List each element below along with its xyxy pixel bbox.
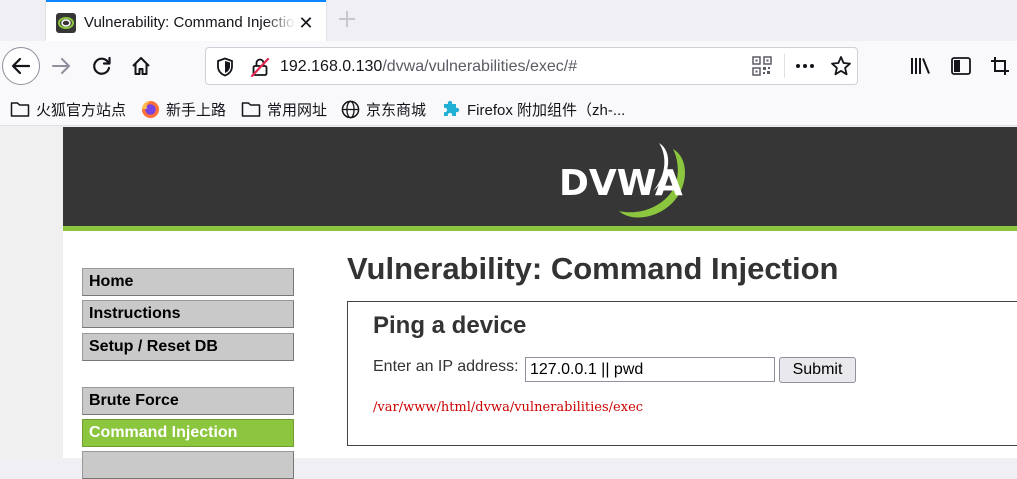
dvwa-favicon-icon — [56, 13, 76, 33]
menu-item-home[interactable]: Home — [82, 268, 294, 296]
reload-button[interactable] — [83, 47, 121, 85]
url-text[interactable]: 192.168.0.130/dvwa/vulnerabilities/exec/… — [280, 58, 577, 76]
tab-close-icon[interactable]: ✕ — [296, 13, 316, 33]
url-bar[interactable]: 192.168.0.130/dvwa/vulnerabilities/exec/… — [205, 47, 858, 85]
arrow-left-icon — [11, 57, 31, 75]
menu-item-instructions[interactable]: Instructions — [82, 300, 294, 328]
menu-item-setup[interactable]: Setup / Reset DB — [82, 333, 294, 361]
home-icon — [132, 57, 150, 75]
folder-icon — [241, 102, 261, 117]
more-actions-icon[interactable] — [794, 56, 816, 76]
bookmark-item[interactable]: 常用网址 — [241, 98, 327, 120]
dvwa-logo-text: DVWA — [559, 163, 683, 204]
bookmark-label: Firefox 附加组件（zh-... — [467, 101, 626, 119]
dvwa-container: DVWA Home Instructions Setup / Reset DB … — [63, 127, 1017, 479]
command-output: /var/www/html/dvwa/vulnerabilities/exec — [373, 400, 644, 415]
bookmark-item[interactable]: 新手上路 — [141, 98, 226, 120]
shield-icon[interactable] — [216, 57, 234, 77]
active-tab[interactable]: Vulnerability: Command Injection :: Damn… — [46, 0, 326, 41]
menu-item-next[interactable] — [82, 451, 294, 479]
puzzle-icon — [444, 100, 460, 116]
bookmark-item[interactable]: 京东商城 — [341, 98, 426, 120]
bookmark-star-icon[interactable] — [830, 55, 852, 77]
url-host: 192.168.0.130 — [280, 58, 383, 75]
dvwa-header: DVWA — [63, 127, 1017, 231]
sidebar-icon[interactable] — [950, 56, 972, 76]
bookmark-item[interactable]: 火狐官方站点 — [10, 98, 126, 120]
arrow-right-icon — [52, 58, 70, 74]
bookmarks-toolbar: 火狐官方站点 新手上路 常用网址 京东商城 Firefox 附加组件（zh-..… — [0, 92, 1017, 126]
insecure-lock-icon[interactable] — [250, 57, 270, 77]
url-separator — [784, 54, 785, 78]
bookmark-label: 火狐官方站点 — [36, 101, 127, 119]
screenshot-crop-icon[interactable] — [990, 56, 1010, 76]
library-icon[interactable] — [910, 56, 932, 76]
vulnerable-code-area: Ping a device Enter an IP address: Submi… — [347, 301, 1017, 446]
page-viewport: DVWA Home Instructions Setup / Reset DB … — [0, 127, 1017, 479]
bookmark-item[interactable]: Firefox 附加组件（zh-... — [441, 98, 625, 120]
url-path: /dvwa/vulnerabilities/exec/# — [382, 58, 578, 75]
submit-button[interactable]: Submit — [779, 357, 856, 383]
ip-address-input[interactable] — [525, 357, 775, 382]
menu-item-brute-force[interactable]: Brute Force — [82, 387, 294, 415]
folder-icon — [10, 102, 30, 117]
back-button[interactable] — [2, 47, 40, 85]
navigation-toolbar: 192.168.0.130/dvwa/vulnerabilities/exec/… — [0, 41, 1017, 92]
page-title: Vulnerability: Command Injection — [347, 251, 839, 286]
new-tab-icon[interactable] — [336, 8, 358, 30]
bookmark-label: 新手上路 — [166, 101, 227, 119]
home-button[interactable] — [122, 47, 160, 85]
ping-heading: Ping a device — [373, 312, 527, 339]
reload-icon — [93, 56, 111, 75]
dvwa-logo: DVWA — [559, 143, 685, 218]
firefox-icon — [141, 100, 160, 118]
bookmark-label: 常用网址 — [267, 101, 328, 119]
tab-strip: Vulnerability: Command Injection :: Damn… — [0, 0, 1017, 41]
forward-button[interactable] — [42, 47, 80, 85]
qr-code-icon[interactable] — [752, 56, 772, 76]
bookmark-label: 京东商城 — [366, 101, 427, 119]
menu-item-command-injection[interactable]: Command Injection — [82, 419, 294, 447]
tab-title: Vulnerability: Command Injection :: Damn… — [84, 14, 296, 31]
globe-icon — [341, 100, 360, 118]
ip-address-label: Enter an IP address: — [373, 358, 519, 375]
